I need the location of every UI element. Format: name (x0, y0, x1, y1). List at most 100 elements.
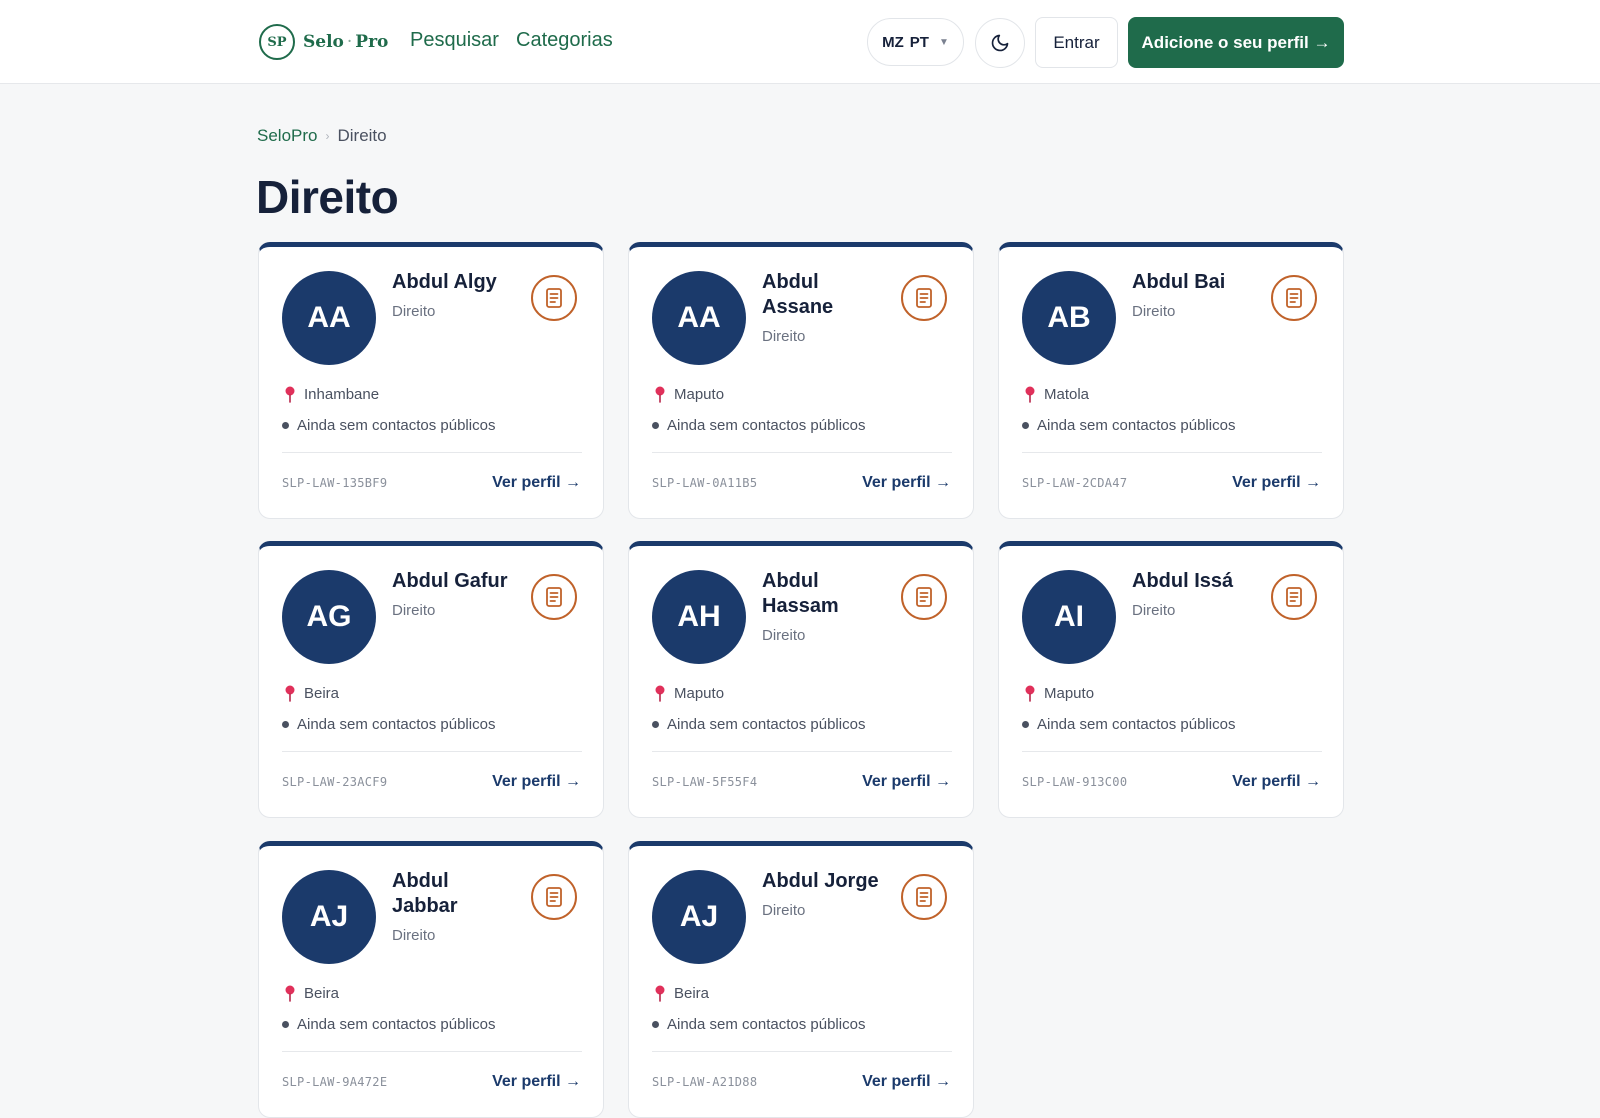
document-icon (1271, 574, 1317, 620)
profile-card[interactable]: AB Abdul Bai Direito Matola Ainda sem co… (998, 242, 1344, 519)
profile-card[interactable]: AA Abdul Algy Direito Inhambane Ainda se… (258, 242, 604, 519)
profile-name-text: Abdul Hassam (762, 570, 839, 617)
contacts-text: Ainda sem contactos públicos (297, 1016, 496, 1033)
bullet-icon (1022, 721, 1029, 728)
contacts-status: Ainda sem contactos públicos (652, 1016, 865, 1033)
profile-name-text: Abdul Jorge (762, 870, 879, 892)
location: Inhambane (282, 385, 379, 403)
avatar: AJ (652, 870, 746, 964)
profile-name[interactable]: Abdul Issá Direito (1132, 569, 1257, 623)
profile-category: Direito (762, 902, 806, 919)
profile-card[interactable]: AI Abdul Issá Direito Maputo Ainda sem c… (998, 541, 1344, 818)
nav-link-pesquisar[interactable]: Pesquisar (410, 29, 499, 52)
contacts-text: Ainda sem contactos públicos (667, 1016, 866, 1033)
bullet-icon (652, 1021, 659, 1028)
location-text: Matola (1044, 385, 1090, 403)
view-profile-link[interactable]: Ver perfil → (862, 773, 951, 791)
login-button[interactable]: Entrar (1035, 17, 1118, 68)
profile-name[interactable]: Abdul Gafur Direito (392, 569, 517, 623)
profile-name[interactable]: Abdul Jabbar Direito (392, 869, 517, 948)
profile-name[interactable]: Abdul Jorge Direito (762, 869, 887, 923)
profile-code: SLP-LAW-9A472E (282, 1075, 388, 1089)
profile-name[interactable]: Abdul Hassam Direito (762, 569, 887, 648)
view-profile-link[interactable]: Ver perfil → (1232, 474, 1321, 492)
profile-category: Direito (762, 627, 806, 644)
breadcrumb: SeloPro › Direito (257, 126, 387, 146)
profile-category: Direito (392, 927, 436, 944)
card-divider (282, 751, 582, 752)
location-text: Beira (304, 684, 340, 702)
contacts-text: Ainda sem contactos públicos (667, 417, 866, 434)
profile-name[interactable]: Abdul Assane Direito (762, 270, 887, 349)
profile-name-text: Abdul Issá (1132, 570, 1234, 592)
contacts-status: Ainda sem contactos públicos (652, 417, 865, 434)
location-text: Maputo (674, 385, 725, 403)
page-title: Direito (256, 171, 399, 223)
location-pin-icon (1025, 685, 1035, 702)
profile-category: Direito (392, 303, 436, 320)
profile-name-text: Abdul Jabbar (392, 870, 458, 917)
view-profile-link[interactable]: Ver perfil → (862, 474, 951, 492)
view-profile-link[interactable]: Ver perfil → (492, 474, 581, 492)
profile-code: SLP-LAW-913C00 (1022, 775, 1128, 789)
profile-card[interactable]: AH Abdul Hassam Direito Maputo Ainda sem… (628, 541, 974, 818)
document-icon (901, 874, 947, 920)
avatar: AH (652, 570, 746, 664)
breadcrumb-home-link[interactable]: SeloPro (257, 126, 317, 146)
contacts-status: Ainda sem contactos públicos (1022, 417, 1235, 434)
avatar: AI (1022, 570, 1116, 664)
profile-name[interactable]: Abdul Algy Direito (392, 270, 517, 324)
add-profile-button[interactable]: Adicione o seu perfil → (1128, 17, 1344, 68)
contacts-text: Ainda sem contactos públicos (1037, 716, 1236, 733)
top-navbar: SP Selo · Pro Pesquisar Categorias MZ PT ▼… (0, 0, 1600, 84)
location: Beira (652, 984, 709, 1002)
location-pin-icon (285, 685, 295, 702)
location-pin-icon (655, 685, 665, 702)
avatar: AA (282, 271, 376, 365)
card-divider (1022, 751, 1322, 752)
contacts-text: Ainda sem contactos públicos (667, 716, 866, 733)
theme-toggle-button[interactable] (975, 18, 1025, 68)
card-divider (652, 1051, 952, 1052)
view-profile-link[interactable]: Ver perfil → (1232, 773, 1321, 791)
view-profile-link[interactable]: Ver perfil → (492, 1073, 581, 1091)
location: Beira (282, 684, 339, 702)
profile-card[interactable]: AJ Abdul Jorge Direito Beira Ainda sem c… (628, 841, 974, 1118)
bullet-icon (282, 1021, 289, 1028)
location: Maputo (652, 385, 724, 403)
profile-card[interactable]: AG Abdul Gafur Direito Beira Ainda sem c… (258, 541, 604, 818)
contacts-status: Ainda sem contactos públicos (1022, 716, 1235, 733)
location-pin-icon (655, 985, 665, 1002)
avatar: AJ (282, 870, 376, 964)
document-icon (531, 874, 577, 920)
location-pin-icon (285, 985, 295, 1002)
location-text: Beira (674, 984, 710, 1002)
document-icon (901, 275, 947, 321)
bullet-icon (282, 721, 289, 728)
location-pin-icon (285, 386, 295, 403)
contacts-status: Ainda sem contactos públicos (652, 716, 865, 733)
location-pin-icon (1025, 386, 1035, 403)
location-text: Inhambane (304, 385, 380, 403)
nav-link-categorias[interactable]: Categorias (516, 29, 613, 52)
profile-category: Direito (1132, 602, 1176, 619)
bullet-icon (282, 422, 289, 429)
chevron-down-icon: ▼ (938, 36, 949, 48)
avatar: AG (282, 570, 376, 664)
location-text: Maputo (674, 684, 725, 702)
profile-code: SLP-LAW-0A11B5 (652, 476, 758, 490)
profile-card[interactable]: AA Abdul Assane Direito Maputo Ainda sem… (628, 242, 974, 519)
logo-badge: SP (259, 24, 295, 60)
profile-name-text: Abdul Assane (762, 271, 834, 318)
card-divider (282, 1051, 582, 1052)
profile-name[interactable]: Abdul Bai Direito (1132, 270, 1257, 324)
locale-selector[interactable]: MZ PT ▼ (867, 18, 964, 66)
profile-card[interactable]: AJ Abdul Jabbar Direito Beira Ainda sem … (258, 841, 604, 1118)
location-text: Maputo (1044, 684, 1095, 702)
language-code: PT (909, 33, 929, 51)
country-flag: MZ (882, 33, 904, 51)
view-profile-link[interactable]: Ver perfil → (492, 773, 581, 791)
breadcrumb-separator-icon: › (325, 129, 330, 143)
logo-link[interactable]: SP Selo · Pro (259, 24, 388, 60)
view-profile-link[interactable]: Ver perfil → (862, 1073, 951, 1091)
